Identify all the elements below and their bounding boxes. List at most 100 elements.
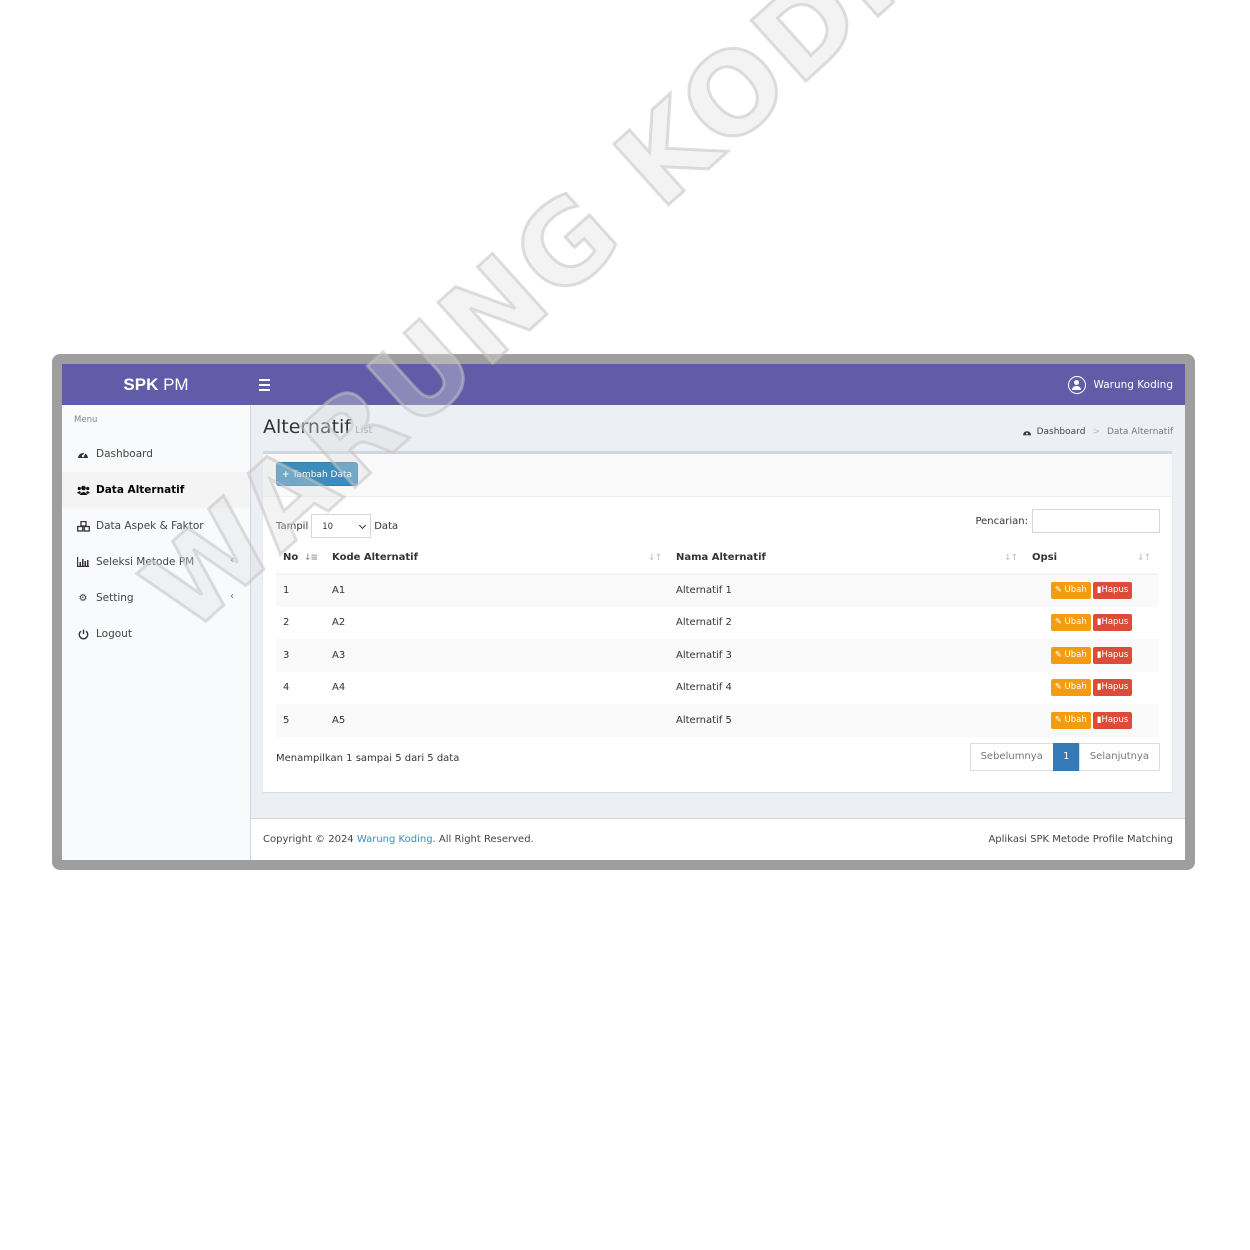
- page-subtitle: List: [355, 425, 373, 436]
- edit-icon: ✎: [1054, 585, 1062, 596]
- page-length-control: Tampil 10 Data: [276, 514, 398, 538]
- column-header-kode[interactable]: Kode Alternatif ↓↑: [325, 542, 669, 575]
- footer-app-name: Aplikasi SPK Metode Profile Matching: [988, 834, 1173, 845]
- sort-asc-icon: ↓≡: [303, 553, 318, 563]
- cell-no: 5: [283, 714, 290, 726]
- user-name: Warung Koding: [1093, 379, 1173, 391]
- bar-chart-icon: [76, 555, 90, 569]
- sidebar-item-data-aspek-faktor[interactable]: Data Aspek & Faktor: [62, 508, 250, 544]
- cell-no: 3: [283, 649, 290, 661]
- sidebar-item-setting[interactable]: ⚙ Setting ‹: [62, 580, 250, 616]
- cell-opsi: ✎ Ubah ▮Hapus: [1025, 574, 1158, 607]
- length-label-before: Tampil: [276, 520, 309, 532]
- search-filter: Pencarian:: [975, 509, 1160, 533]
- add-data-button[interactable]: + Tambah Data: [276, 462, 358, 486]
- column-header-opsi[interactable]: Opsi ↓↑: [1025, 542, 1158, 575]
- edit-button[interactable]: ✎ Ubah: [1050, 646, 1091, 664]
- sort-icon: ↓↑: [1136, 553, 1151, 563]
- cell-no: 4: [283, 682, 290, 694]
- column-label: Kode Alternatif: [332, 552, 418, 563]
- edit-icon: ✎: [1054, 617, 1062, 628]
- cell-nama: Alternatif 3: [676, 649, 732, 661]
- sidebar-item-data-alternatif[interactable]: Data Alternatif: [62, 472, 250, 508]
- dashboard-icon: [1021, 425, 1033, 439]
- cell-no: 1: [283, 585, 290, 597]
- edit-button[interactable]: ✎ Ubah: [1050, 711, 1091, 729]
- page-length-value: 10: [322, 522, 334, 532]
- delete-button[interactable]: ▮Hapus: [1092, 646, 1133, 664]
- search-label: Pencarian:: [975, 515, 1028, 527]
- column-header-no[interactable]: No ↓≡: [276, 542, 325, 575]
- cell-kode: A4: [332, 682, 346, 694]
- sidebar-menu-header: Menu: [74, 415, 98, 425]
- edit-button[interactable]: ✎ Ubah: [1050, 679, 1091, 697]
- table-row: 2 A2 Alternatif 2 ✎ Ubah ▮Hapus: [276, 607, 1158, 640]
- box-header: + Tambah Data: [263, 454, 1172, 497]
- cubes-icon: [76, 519, 90, 533]
- cell-opsi: ✎ Ubah ▮Hapus: [1025, 639, 1158, 672]
- sidebar-item-logout[interactable]: Logout: [62, 616, 250, 652]
- cell-opsi: ✎ Ubah ▮Hapus: [1025, 704, 1158, 737]
- edit-button[interactable]: ✎ Ubah: [1050, 582, 1091, 600]
- cell-kode: A2: [332, 617, 346, 629]
- pagination: Sebelumnya 1 Selanjutnya: [969, 743, 1160, 771]
- previous-page-button[interactable]: Sebelumnya: [969, 743, 1054, 771]
- cell-nama: Alternatif 4: [676, 682, 732, 694]
- column-header-nama[interactable]: Nama Alternatif ↓↑: [669, 542, 1025, 575]
- edit-button[interactable]: ✎ Ubah: [1050, 614, 1091, 632]
- cell-opsi: ✎ Ubah ▮Hapus: [1025, 672, 1158, 705]
- data-box: + Tambah Data Tampil 10 Data Pencarian: …: [263, 451, 1172, 792]
- delete-button[interactable]: ▮Hapus: [1092, 711, 1133, 729]
- top-navbar: SPK PM Warung Koding: [62, 364, 1185, 405]
- page-title-text: Alternatif: [263, 416, 351, 438]
- sort-icon: ↓↑: [1003, 553, 1018, 563]
- table-row: 3 A3 Alternatif 3 ✎ Ubah ▮Hapus: [276, 639, 1158, 672]
- page-length-select[interactable]: 10: [311, 514, 372, 538]
- table-row: 4 A4 Alternatif 4 ✎ Ubah ▮Hapus: [276, 672, 1158, 705]
- column-label: No: [283, 552, 299, 563]
- alternatif-table: No ↓≡ Kode Alternatif ↓↑ Nama Alternatif ↓↑…: [276, 542, 1158, 737]
- sidebar-item-label: Data Alternatif: [96, 484, 185, 496]
- footer-company-link[interactable]: Warung Koding: [357, 834, 433, 845]
- column-label: Opsi: [1032, 552, 1058, 563]
- sidebar-item-label: Seleksi Metode PM: [96, 556, 195, 568]
- breadcrumb-separator: >: [1092, 427, 1100, 437]
- sidebar-item-label: Logout: [96, 628, 132, 640]
- breadcrumb-current: Data Alternatif: [1106, 427, 1173, 437]
- cell-kode: A1: [332, 585, 346, 597]
- cell-opsi: ✎ Ubah ▮Hapus: [1025, 607, 1158, 640]
- footer-copyright: Copyright © 2024 Warung Koding. All Righ…: [263, 834, 534, 845]
- table-info: Menampilkan 1 sampai 5 dari 5 data: [276, 753, 460, 764]
- breadcrumb: Dashboard > Data Alternatif: [1021, 425, 1173, 439]
- breadcrumb-home-link[interactable]: Dashboard: [1037, 427, 1086, 437]
- length-label-after: Data: [374, 520, 399, 532]
- page-1-button[interactable]: 1: [1052, 743, 1080, 771]
- hamburger-icon: [259, 379, 270, 381]
- sidebar: Menu Dashboard Data Alternatif Data Aspe…: [62, 405, 251, 860]
- logo-bold-text: SPK: [123, 375, 159, 394]
- add-data-label: Tambah Data: [292, 470, 352, 480]
- edit-icon: ✎: [1054, 714, 1062, 725]
- sidebar-item-label: Dashboard: [96, 448, 153, 460]
- next-page-button[interactable]: Selanjutnya: [1078, 743, 1160, 771]
- table-row: 5 A5 Alternatif 5 ✎ Ubah ▮Hapus: [276, 704, 1158, 737]
- delete-button[interactable]: ▮Hapus: [1092, 582, 1133, 600]
- sidebar-item-dashboard[interactable]: Dashboard: [62, 436, 250, 472]
- sidebar-item-label: Setting: [96, 592, 134, 604]
- cell-nama: Alternatif 2: [676, 617, 732, 629]
- delete-button[interactable]: ▮Hapus: [1092, 614, 1133, 632]
- user-menu[interactable]: Warung Koding: [1067, 374, 1173, 396]
- cell-no: 2: [283, 617, 290, 629]
- power-icon: [76, 627, 90, 641]
- search-input[interactable]: [1032, 509, 1160, 533]
- sidebar-item-seleksi-metode-pm[interactable]: Seleksi Metode PM ‹: [62, 544, 250, 580]
- gear-icon: ⚙: [78, 592, 88, 604]
- delete-button[interactable]: ▮Hapus: [1092, 679, 1133, 697]
- footer: Copyright © 2024 Warung Koding. All Righ…: [251, 818, 1185, 860]
- table-row: 1 A1 Alternatif 1 ✎ Ubah ▮Hapus: [276, 574, 1158, 607]
- cell-nama: Alternatif 1: [676, 585, 732, 597]
- plus-icon: +: [282, 470, 290, 480]
- app-logo[interactable]: SPK PM: [62, 364, 250, 405]
- app-window: SPK PM Warung Koding Menu Dashboard Data…: [62, 364, 1185, 860]
- sidebar-toggle-button[interactable]: [258, 373, 278, 395]
